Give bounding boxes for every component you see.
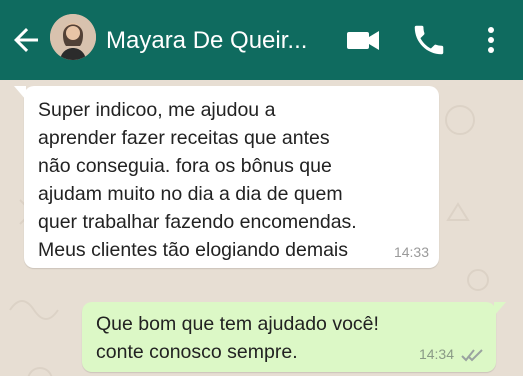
contact-name[interactable]: Mayara De Queir... (106, 24, 326, 58)
more-vert-icon[interactable] (476, 18, 506, 62)
chat-header: Mayara De Queir... (0, 0, 523, 80)
message-time: 14:34 (418, 346, 454, 362)
bubble-tail (494, 302, 506, 316)
video-call-icon[interactable] (344, 18, 382, 62)
message-outgoing[interactable]: Que bom que tem ajudado você! conte cono… (82, 302, 506, 372)
chat-area[interactable]: Super indicoo, me ajudou a aprender faze… (0, 80, 523, 376)
message-time: 14:33 (393, 244, 429, 260)
bubble-tail (14, 86, 26, 100)
double-check-icon (461, 349, 483, 362)
avatar[interactable] (50, 14, 96, 60)
message-text: Que bom que tem ajudado você! conte cono… (96, 313, 379, 363)
message-text: Super indicoo, me ajudou a aprender faze… (38, 99, 357, 261)
phone-icon[interactable] (410, 18, 448, 62)
back-arrow-icon[interactable] (8, 22, 44, 58)
message-incoming[interactable]: Super indicoo, me ajudou a aprender faze… (14, 86, 439, 268)
